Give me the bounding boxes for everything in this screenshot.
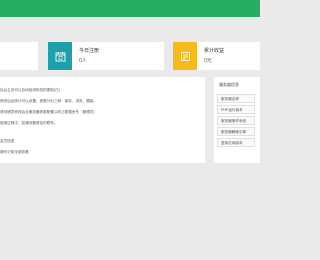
stat-card-registrations[interactable]: 今日注册 0人 — [48, 42, 164, 70]
stat-card-partial — [0, 42, 38, 70]
notice-line: 会员信息 — [0, 139, 15, 143]
wallet-icon — [173, 42, 197, 70]
panel-title: 服务器信息 — [219, 82, 239, 87]
server-info-item[interactable]: PHP运行版本 — [217, 105, 255, 114]
notice-line: 请勿随意修改后台服务器参数配置以防止数据丢失（管理员） — [0, 110, 98, 114]
notice-line: 修改后台统计可以设置，参数分为三种：保存、浏览、模板。 — [0, 99, 98, 103]
stat-card-earnings[interactable]: 累计收益 0元 — [173, 42, 260, 70]
card-title: 累计收益 — [204, 48, 225, 54]
notice-panel: 后台主页可以自动检测系统的更新(已) 修改后台统计可以设置，参数分为三种：保存、… — [0, 77, 205, 163]
server-info-panel: 服务器信息 服务器名称 PHP运行版本 服务器操作系统 服务器解释引擎 虚拟空间… — [214, 77, 260, 163]
card-value: 0人 — [79, 58, 87, 64]
server-info-item[interactable]: 服务器名称 — [217, 94, 255, 103]
notice-line[interactable]: 操作记录全部查看 — [0, 150, 29, 155]
notice-line: 使用过程中，如遇问题请及时联系。 — [0, 121, 58, 125]
card-title: 今日注册 — [79, 48, 100, 54]
server-info-item[interactable]: 服务器操作系统 — [217, 116, 255, 125]
top-header-bar — [0, 0, 260, 17]
calendar-icon — [48, 42, 72, 70]
server-info-item[interactable]: 服务器解释引擎 — [217, 127, 255, 136]
server-info-item[interactable]: 虚拟空间版本 — [217, 138, 255, 147]
server-info-list: 服务器名称 PHP运行版本 服务器操作系统 服务器解释引擎 虚拟空间版本 — [217, 94, 255, 149]
notice-line: 后台主页可以自动检测系统的更新(已) — [0, 88, 60, 92]
card-value: 0元 — [204, 58, 212, 64]
